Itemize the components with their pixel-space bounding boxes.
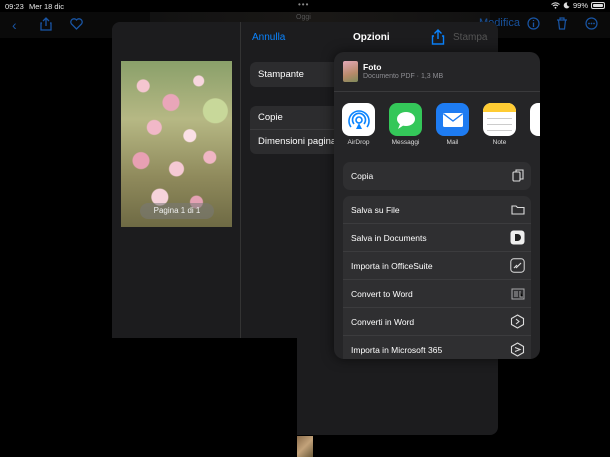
action-save-to-files[interactable]: Salva su File (343, 196, 531, 224)
status-date: Mer 18 dic (29, 2, 65, 11)
status-time: 09:23 (5, 2, 24, 11)
mail-icon (436, 103, 469, 136)
action-converti-in-word[interactable]: Converti in Word (343, 308, 531, 336)
print-preview-panel: Pagina 1 di 1 (112, 22, 241, 338)
battery-percent: 99% (572, 1, 588, 10)
wifi-icon (551, 2, 560, 9)
cancel-button[interactable]: Annulla (252, 32, 285, 43)
action-import-officesuite[interactable]: Importa in OfficeSuite (343, 252, 531, 280)
notes-icon (483, 103, 516, 136)
multitasking-dots-icon[interactable]: ••• (298, 0, 309, 9)
share-app-label: iLo (530, 139, 540, 146)
ilovepdf-icon: ❤ (530, 103, 540, 136)
share-app-label: Note (492, 139, 507, 146)
status-bar: 09:23 Mer 18 dic ••• 99% (0, 0, 610, 12)
info-icon[interactable] (527, 17, 540, 30)
copy-action-group: Copia (343, 162, 531, 190)
file-name: Foto (363, 62, 382, 72)
officesuite-icon (510, 258, 525, 273)
background-share-icon[interactable] (40, 17, 52, 31)
action-save-to-documents[interactable]: Salva in Documents (343, 224, 531, 252)
share-app-mail[interactable]: Mail (436, 103, 469, 146)
printer-label: Stampante (258, 69, 304, 80)
share-apps-row: AirDrop Messaggi Mail Note ❤ (342, 103, 540, 153)
documents-icon (510, 230, 525, 245)
copy-icon (510, 168, 525, 183)
share-sheet-popover: Foto Documento PDF · 1,3 MB AirDrop Mess… (334, 52, 540, 359)
share-actions-list: Salva su File Salva in Documents Importa… (343, 196, 531, 359)
word-convert-icon (510, 286, 525, 301)
sheet-cutout (112, 338, 297, 438)
moon-icon (563, 2, 570, 9)
share-app-airdrop[interactable]: AirDrop (342, 103, 375, 146)
action-import-microsoft-365[interactable]: Importa in Microsoft 365 (343, 336, 531, 359)
copy-label: Copia (351, 171, 374, 181)
microsoft365-icon (510, 342, 525, 357)
trash-icon[interactable] (556, 17, 568, 30)
favorite-heart-icon[interactable] (70, 18, 83, 30)
page-size-label: Dimensioni pagina (258, 136, 337, 147)
action-label: Converti in Word (351, 317, 415, 327)
file-thumbnail (343, 61, 358, 82)
share-app-notes[interactable]: Note (483, 103, 516, 146)
page-count-label: Pagina 1 di 1 (140, 203, 214, 219)
share-app-label: Mail (446, 139, 459, 146)
status-indicators: 99% (551, 1, 605, 10)
share-app-ilovepdf[interactable]: ❤ iLo (530, 103, 540, 146)
share-header: Foto Documento PDF · 1,3 MB (334, 52, 540, 92)
share-icon[interactable] (431, 29, 445, 45)
print-button[interactable]: Stampa (453, 32, 487, 43)
action-label: Importa in OfficeSuite (351, 261, 433, 271)
action-label: Convert to Word (351, 289, 413, 299)
copy-action[interactable]: Copia (343, 162, 531, 190)
copies-label: Copie (258, 112, 283, 123)
back-chevron-icon[interactable]: ‹ (12, 17, 17, 33)
action-convert-to-word[interactable]: Convert to Word (343, 280, 531, 308)
converter-icon (510, 314, 525, 329)
background-title: Oggi (296, 14, 311, 21)
share-app-label: AirDrop (347, 139, 370, 146)
background-photo-thumbnail[interactable] (297, 436, 313, 457)
action-label: Salva in Documents (351, 233, 427, 243)
messages-icon (389, 103, 422, 136)
file-meta: Documento PDF · 1,3 MB (363, 73, 444, 80)
airdrop-icon (342, 103, 375, 136)
more-icon[interactable] (585, 17, 598, 30)
sheet-title: Opzioni (353, 32, 390, 43)
action-label: Salva su File (351, 205, 400, 215)
action-label: Importa in Microsoft 365 (351, 345, 443, 355)
share-app-messages[interactable]: Messaggi (389, 103, 422, 146)
battery-icon (591, 2, 605, 9)
share-app-label: Messaggi (391, 139, 420, 146)
folder-icon (510, 202, 525, 217)
